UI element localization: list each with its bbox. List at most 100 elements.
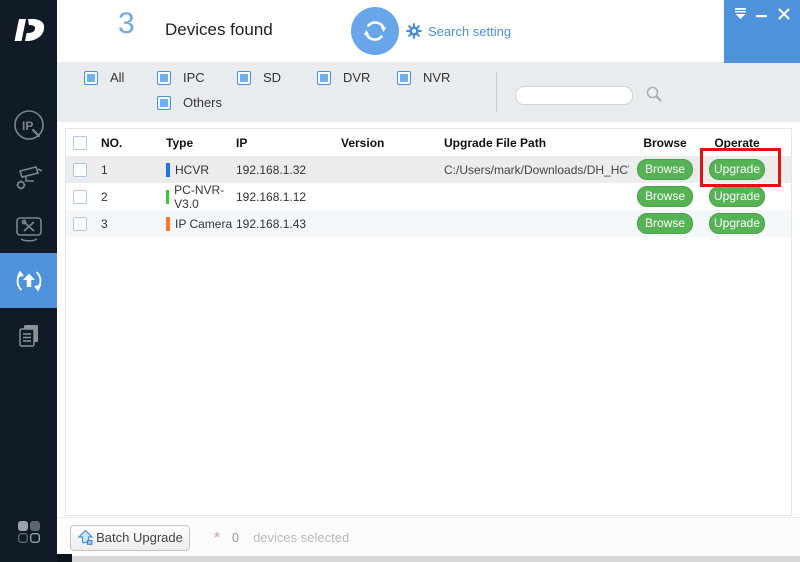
- app-window: IP: [0, 0, 800, 562]
- row-ip: 192.168.1.12: [233, 183, 339, 210]
- row-ip: 192.168.1.32: [233, 156, 339, 183]
- type-color-bar: [166, 163, 170, 177]
- maintenance-icon: [12, 213, 46, 247]
- filter-item: NVR: [397, 70, 450, 85]
- header: 3 Devices found: [57, 0, 800, 62]
- refresh-icon: [361, 17, 389, 45]
- filter-label: SD: [263, 70, 281, 85]
- camera-config-icon: [11, 161, 47, 197]
- row-version: [339, 156, 441, 183]
- filter-divider: [496, 72, 497, 112]
- filter-checkbox[interactable]: [237, 71, 251, 85]
- row-upgrade-file-path: [441, 210, 629, 237]
- row-ip: 192.168.1.43: [233, 210, 339, 237]
- type-color-bar: [166, 190, 169, 204]
- sidebar-item-ip-modify[interactable]: IP: [0, 103, 57, 147]
- filter-label: Others: [183, 95, 222, 110]
- batch-upgrade-label: Batch Upgrade: [96, 530, 183, 545]
- filter-item: Others: [157, 95, 222, 110]
- table-body: 1 HCVR 192.168.1.32 C:/Users/mark/Downlo…: [66, 156, 791, 237]
- row-checkbox[interactable]: [73, 217, 87, 231]
- device-count: 3: [118, 7, 135, 41]
- col-browse: Browse: [629, 129, 701, 156]
- row-no: 1: [96, 156, 161, 183]
- type-color-bar: [166, 217, 170, 231]
- filter-label: All: [110, 70, 124, 85]
- table-row: 1 HCVR 192.168.1.32 C:/Users/mark/Downlo…: [66, 156, 791, 183]
- filter-checkbox[interactable]: [157, 96, 171, 110]
- row-version: [339, 210, 441, 237]
- row-type: HCVR: [175, 163, 209, 177]
- upload-arrow-icon: [77, 529, 94, 546]
- row-upgrade-file-path: C:/Users/mark/Downloads/DH_HCVR...: [441, 156, 629, 183]
- col-type: Type: [161, 129, 233, 156]
- search-setting-label: Search setting: [428, 24, 511, 39]
- browse-button[interactable]: Browse: [637, 159, 693, 180]
- search-input[interactable]: [515, 86, 633, 105]
- window-edge-notch: [57, 554, 72, 562]
- filter-item: All: [84, 70, 124, 85]
- filter-label: NVR: [423, 70, 450, 85]
- close-icon[interactable]: [776, 7, 792, 21]
- upgrade-button[interactable]: Upgrade: [709, 159, 765, 180]
- filter-checkbox[interactable]: [317, 71, 331, 85]
- row-version: [339, 183, 441, 210]
- table-row: 3 IP Camera 192.168.1.43 Browse Upgrade: [66, 210, 791, 237]
- select-all-checkbox[interactable]: [73, 136, 87, 150]
- row-checkbox[interactable]: [73, 163, 87, 177]
- selected-count-label: devices selected: [253, 530, 349, 545]
- filter-checkbox[interactable]: [397, 71, 411, 85]
- filter-label: IPC: [183, 70, 205, 85]
- row-type: PC-NVR-V3.0: [174, 183, 233, 211]
- row-no: 3: [96, 210, 161, 237]
- page-title: Devices found: [165, 20, 273, 40]
- row-type: IP Camera: [175, 217, 232, 231]
- upgrade-button[interactable]: Upgrade: [709, 186, 765, 207]
- required-mark: *: [214, 529, 220, 546]
- col-upgrade-file-path: Upgrade File Path: [441, 129, 629, 156]
- filter-item: SD: [237, 70, 281, 85]
- document-icon: [13, 320, 45, 352]
- device-table: NO. Type IP Version Upgrade File Path Br…: [65, 128, 792, 516]
- titlebar-controls: [724, 0, 800, 63]
- col-no: NO.: [96, 129, 161, 156]
- browse-button[interactable]: Browse: [637, 186, 693, 207]
- batch-upgrade-button[interactable]: Batch Upgrade: [70, 525, 190, 551]
- filter-item: DVR: [317, 70, 370, 85]
- filter-item: IPC: [157, 70, 205, 85]
- sidebar-item-about[interactable]: [0, 514, 57, 550]
- search-setting-button[interactable]: Search setting: [406, 23, 511, 39]
- upgrade-icon: [12, 264, 46, 298]
- sidebar-item-camera-config[interactable]: [0, 157, 57, 201]
- collapse-icon[interactable]: [732, 7, 748, 21]
- browse-button[interactable]: Browse: [637, 213, 693, 234]
- col-ip: IP: [233, 129, 339, 156]
- sidebar-item-maintenance[interactable]: [0, 208, 57, 252]
- row-checkbox[interactable]: [73, 190, 87, 204]
- row-upgrade-file-path: [441, 183, 629, 210]
- window-bottom-edge: [72, 556, 800, 562]
- filter-checkbox[interactable]: [84, 71, 98, 85]
- row-no: 2: [96, 183, 161, 210]
- dahua-logo: [0, 8, 57, 52]
- gear-icon: [406, 23, 422, 39]
- footer-bar: Batch Upgrade * 0 devices selected: [57, 517, 800, 557]
- sidebar: IP: [0, 0, 57, 562]
- table-row: 2 PC-NVR-V3.0 192.168.1.12 Browse Upgrad…: [66, 183, 791, 210]
- table-header-row: NO. Type IP Version Upgrade File Path Br…: [66, 129, 791, 156]
- selected-count: 0: [232, 530, 239, 545]
- magnifier-icon[interactable]: [645, 85, 663, 108]
- refresh-button[interactable]: [351, 7, 399, 55]
- minimize-icon[interactable]: [754, 7, 770, 21]
- svg-text:IP: IP: [22, 119, 33, 133]
- filter-bar: All IPC SD DVR NVR Others: [57, 62, 800, 122]
- upgrade-button[interactable]: Upgrade: [709, 213, 765, 234]
- filter-label: DVR: [343, 70, 370, 85]
- filter-checkbox[interactable]: [157, 71, 171, 85]
- dahua-logo-icon: [12, 16, 46, 44]
- about-icon: [16, 519, 42, 545]
- sidebar-item-upgrade[interactable]: [0, 253, 57, 308]
- col-operate: Operate: [701, 129, 791, 156]
- ip-modify-icon: IP: [10, 106, 48, 144]
- sidebar-item-document[interactable]: [0, 314, 57, 358]
